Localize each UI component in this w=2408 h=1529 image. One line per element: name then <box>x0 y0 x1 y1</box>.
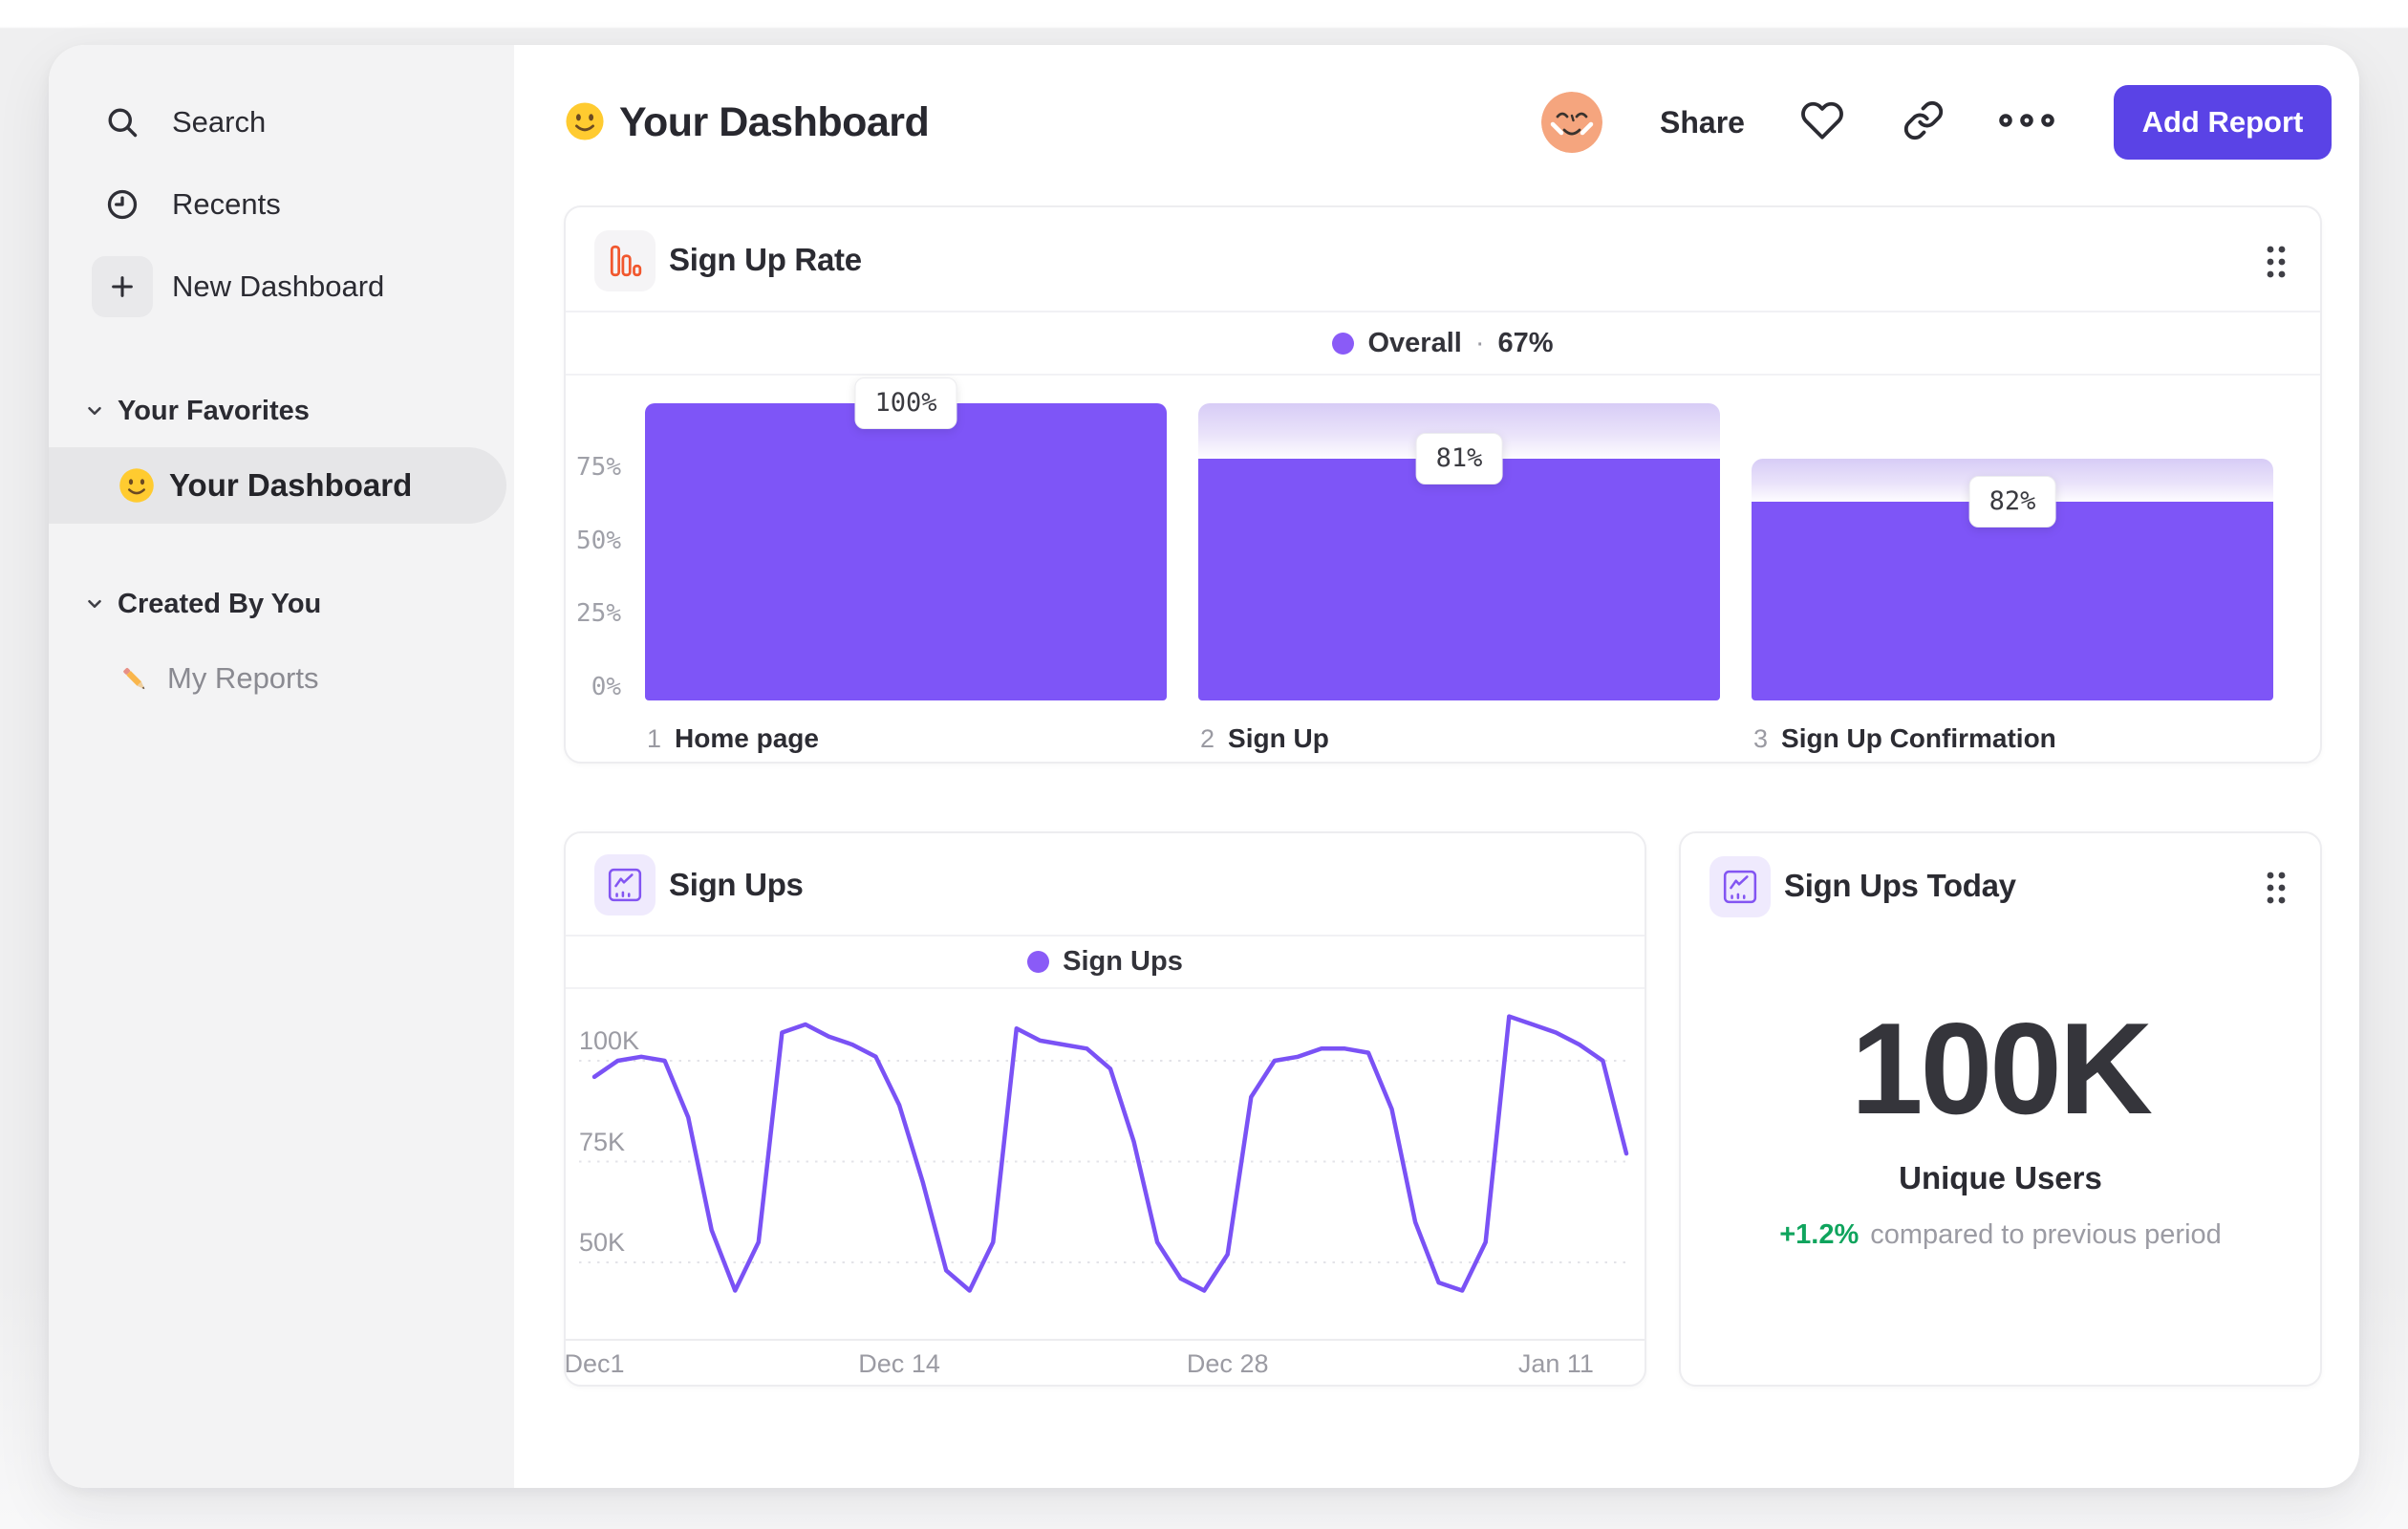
funnel-value-chip: 82% <box>1968 476 2056 528</box>
sidebar-item-recents[interactable]: Recents <box>49 174 514 235</box>
delta-note: compared to previous period <box>1870 1219 2222 1250</box>
line-x-tick: Dec 14 <box>858 1349 940 1378</box>
funnel-value-chip: 100% <box>854 377 957 429</box>
sidebar-item-label: Recents <box>172 187 281 221</box>
line-y-tick: 100K <box>579 1026 640 1055</box>
heart-icon <box>1800 98 1844 147</box>
sign-ups-today-card: Sign Ups Today 100K Unique Users +1.2% c… <box>1679 831 2322 1387</box>
add-report-button[interactable]: Add Report <box>2114 85 2332 160</box>
sidebar-item-label: Search <box>172 105 267 139</box>
delta-value: +1.2% <box>1779 1219 1860 1250</box>
sidebar-section-created-by-you[interactable]: Created By You <box>49 577 514 631</box>
metric-delta-row: +1.2% compared to previous period <box>1681 1219 2320 1251</box>
smiley-emoji <box>118 466 156 509</box>
sidebar: Search Recents New Dashboard Your Favori… <box>49 45 514 1488</box>
avatar[interactable] <box>1541 92 1602 153</box>
sidebar-item-label: New Dashboard <box>172 269 385 303</box>
sidebar-item-your-dashboard[interactable]: Your Dashboard <box>49 447 506 524</box>
funnel-bar <box>1198 459 1720 700</box>
title-smiley-emoji <box>564 100 606 147</box>
chevron-down-icon <box>84 593 105 619</box>
funnel-step-label: 2 Sign Up <box>1200 723 1329 753</box>
plus-icon <box>92 256 153 317</box>
line-x-tick: Dec1 <box>564 1349 625 1378</box>
copy-link-button[interactable] <box>1893 92 1954 153</box>
funnel-bar <box>1752 502 2273 700</box>
clock-icon <box>92 174 153 235</box>
sidebar-item-search[interactable]: Search <box>49 92 514 153</box>
app-window: Search Recents New Dashboard Your Favori… <box>49 45 2359 1488</box>
card-header: Sign Ups Today <box>1681 833 2320 938</box>
pencil-emoji <box>118 661 154 702</box>
funnel-chart: 75% 50% 25% 0% 100% 1 Home page 81% 2 Sign Up 82% 3… <box>566 207 2320 762</box>
funnel-y-tick: 0% <box>591 673 621 701</box>
share-button[interactable]: Share <box>1646 92 1758 153</box>
funnel-step-label: 3 Sign Up Confirmation <box>1753 723 2056 753</box>
chevron-down-icon <box>84 400 105 426</box>
funnel-value-chip: 81% <box>1415 433 1503 485</box>
section-title: Your Favorites <box>118 396 310 426</box>
line-chart: 100K 75K 50K Dec1 Dec 14 Dec 28 Jan 11 <box>564 833 1645 1385</box>
sidebar-item-new-dashboard[interactable]: New Dashboard <box>49 256 514 317</box>
card-title: Sign Ups Today <box>1784 868 2016 903</box>
funnel-step-label: 1 Home page <box>647 723 819 753</box>
line-x-tick: Dec 28 <box>1186 1349 1269 1378</box>
funnel-y-tick: 50% <box>576 526 621 555</box>
sign-up-rate-card: Sign Up Rate Overall · 67% 75% 50% 25% 0% 10… <box>564 205 2322 764</box>
line-x-tick: Jan 11 <box>1517 1349 1594 1378</box>
sign-ups-card: Sign Ups Sign Ups 100K 75K 50K Dec1 Dec 14 De… <box>564 831 1646 1387</box>
metric-label: Unique Users <box>1899 1160 2102 1195</box>
page-title: Your Dashboard <box>619 99 930 145</box>
line-chart-svg <box>566 1014 1645 1341</box>
sidebar-item-label: My Reports <box>167 661 319 695</box>
more-options-button[interactable] <box>1983 92 2071 153</box>
line-chart-icon <box>1709 856 1771 917</box>
funnel-y-tick: 75% <box>576 452 621 482</box>
funnel-y-tick: 25% <box>576 599 621 629</box>
sidebar-section-your-favorites[interactable]: Your Favorites <box>49 384 514 438</box>
search-icon <box>92 92 153 153</box>
more-dots-icon <box>1997 110 2056 136</box>
sidebar-item-my-reports[interactable]: My Reports <box>49 648 514 709</box>
metric-value: 100K <box>1850 996 2153 1141</box>
line-y-tick: 50K <box>579 1228 626 1257</box>
section-title: Created By You <box>118 589 322 619</box>
funnel-bar <box>645 403 1167 700</box>
favorite-heart-button[interactable] <box>1792 92 1853 153</box>
drag-handle-icon[interactable] <box>2257 867 2295 909</box>
line-y-tick: 75K <box>579 1127 626 1156</box>
sidebar-item-label: Your Dashboard <box>169 467 413 503</box>
link-icon <box>1903 99 1945 146</box>
